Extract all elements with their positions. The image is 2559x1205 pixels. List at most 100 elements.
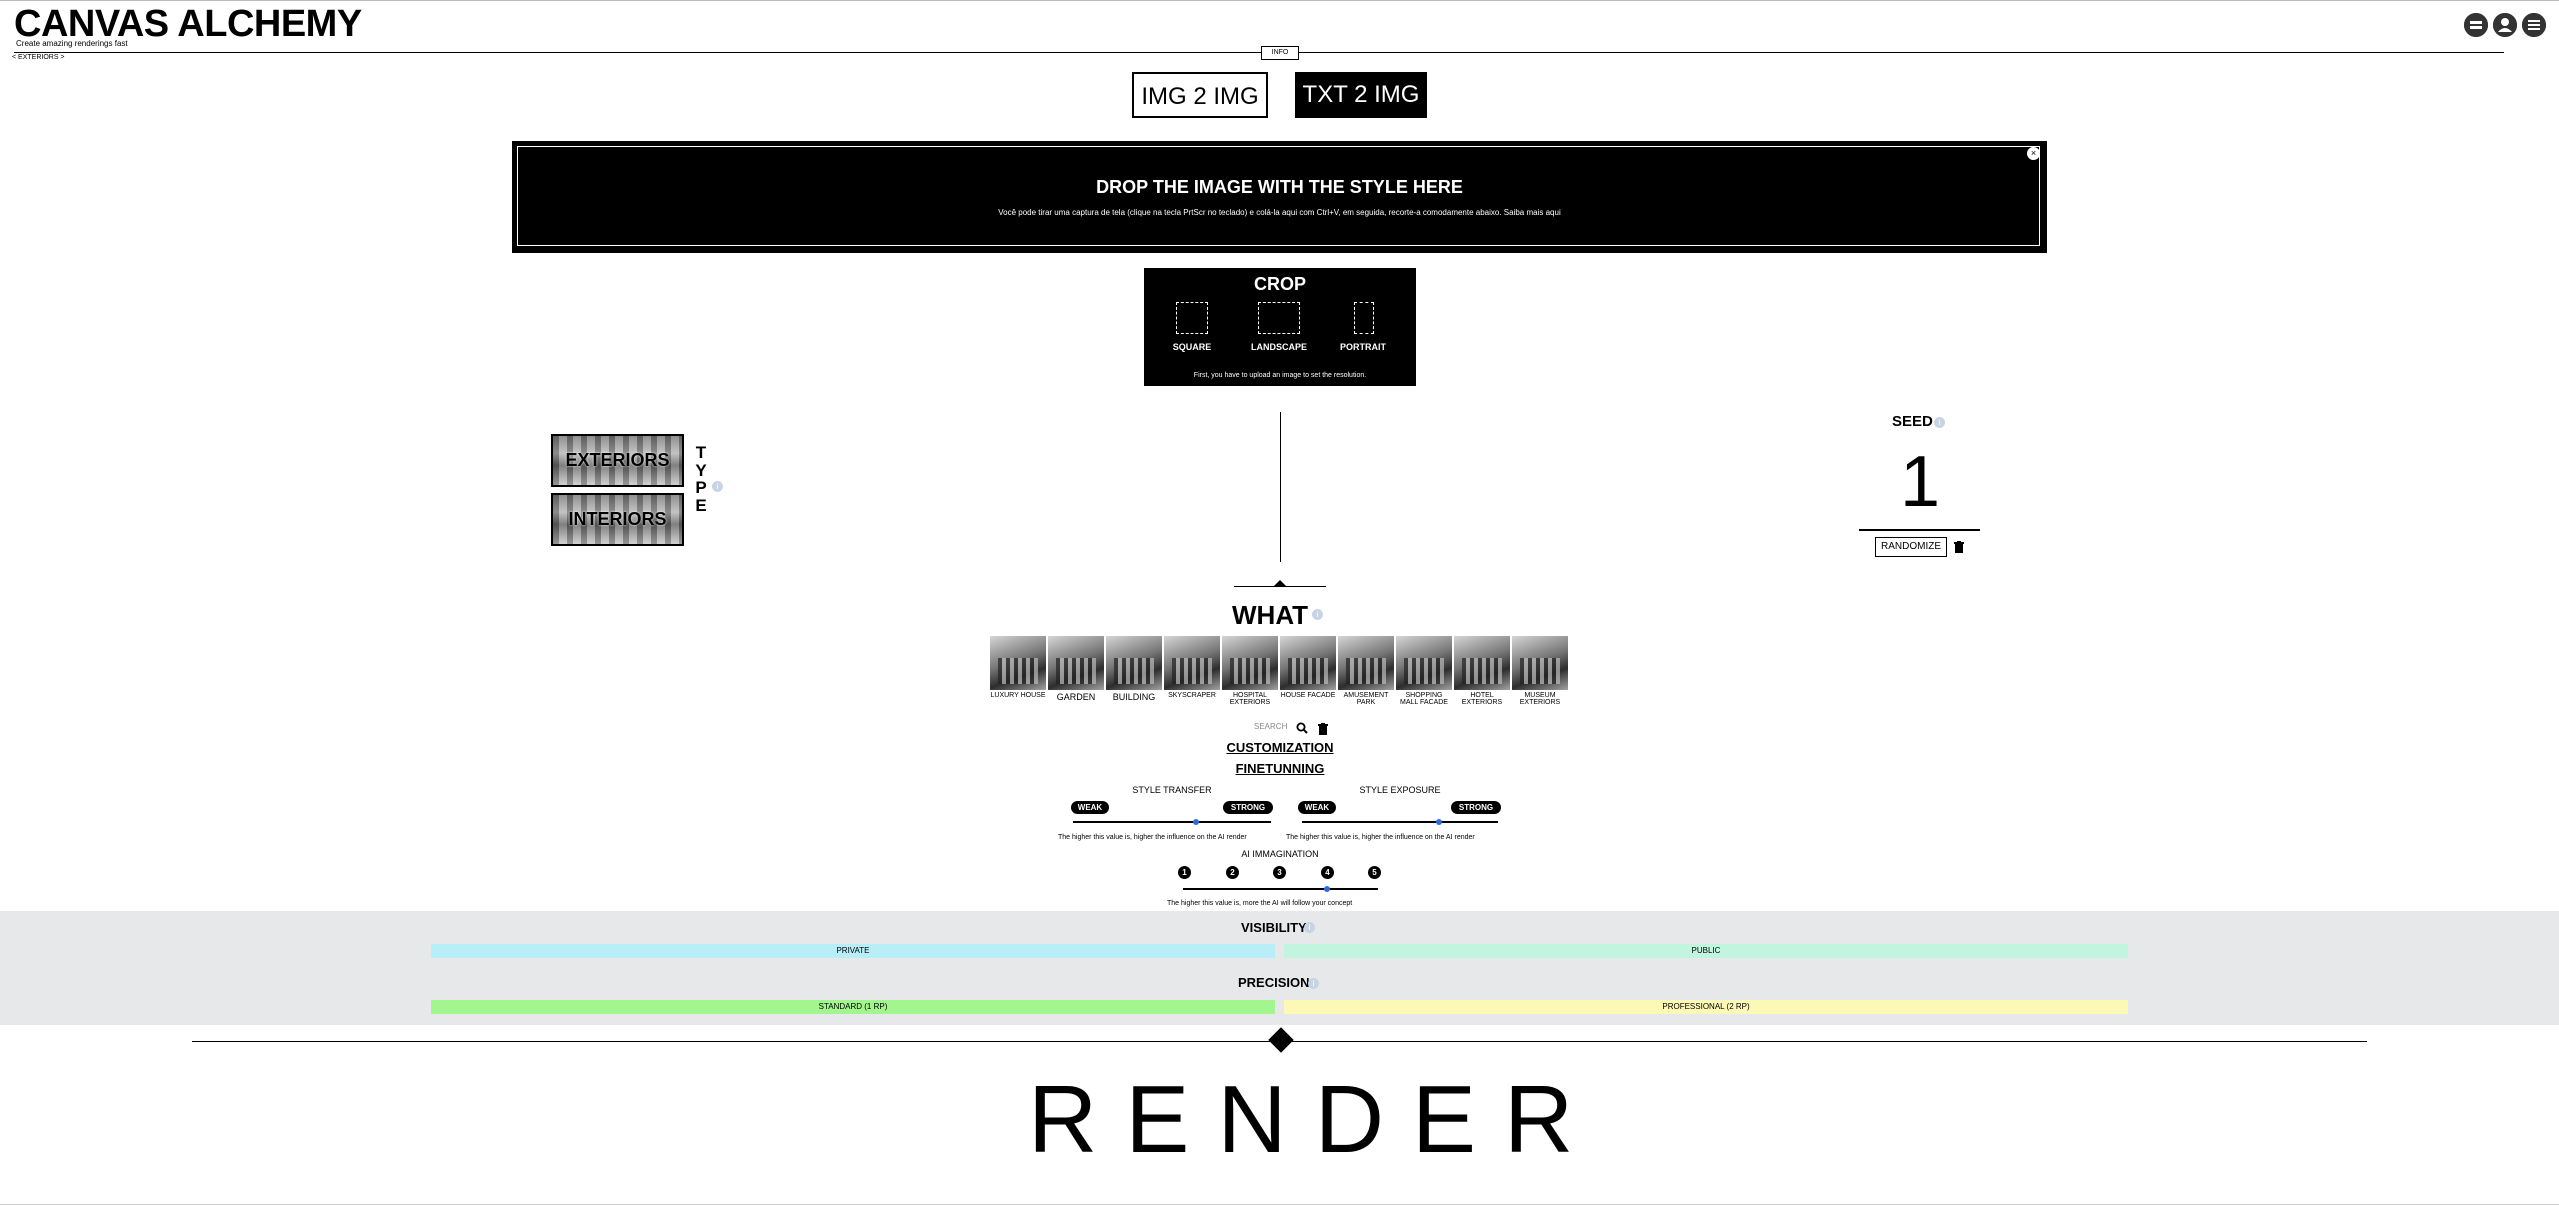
what-item-building[interactable]: BUILDING xyxy=(1106,636,1162,702)
what-item-skyscraper[interactable]: SKYSCRAPER xyxy=(1164,636,1220,699)
seed-underline xyxy=(1859,529,1980,531)
precision-professional-option[interactable]: PROFESSIONAL (2 RP) xyxy=(1284,1000,2128,1014)
info-icon[interactable]: i xyxy=(1304,922,1315,933)
what-item-label: SHOPPING MALL FACADE xyxy=(1400,692,1448,706)
what-item-thumbnail xyxy=(1396,636,1452,690)
chevron-up-icon xyxy=(1273,580,1287,587)
what-item-label: HOSPITAL EXTERIORS xyxy=(1229,692,1271,706)
style-transfer-title: STYLE TRANSFER xyxy=(1132,785,1212,795)
seed-value[interactable]: 1 xyxy=(1858,440,1982,524)
type-letter: P xyxy=(695,478,707,497)
ai-imagination-level-3[interactable]: 3 xyxy=(1273,866,1286,879)
type-letter: T xyxy=(695,443,707,462)
top-border xyxy=(0,0,2559,1)
render-button[interactable]: RENDER xyxy=(1028,1050,1601,1190)
search-input[interactable]: SEARCH xyxy=(1254,722,1287,731)
crop-landscape-shape[interactable] xyxy=(1258,302,1300,334)
crop-note: First, you have to upload an image to se… xyxy=(1193,372,1367,379)
type-option-label: EXTERIORS xyxy=(565,450,670,470)
finetuning-link[interactable]: FINETUNNING xyxy=(1180,761,1380,776)
layers-icon[interactable] xyxy=(2464,13,2488,37)
what-item-label: MUSEUM EXTERIORS xyxy=(1519,692,1561,706)
visibility-public-option[interactable]: PUBLIC xyxy=(1284,944,2128,958)
visibility-private-option[interactable]: PRIVATE xyxy=(431,944,1275,958)
what-item-amusement-park[interactable]: AMUSEMENT PARK xyxy=(1338,636,1394,706)
what-item-garden[interactable]: GARDEN xyxy=(1048,636,1104,702)
type-letter: Y xyxy=(695,460,707,480)
what-item-label: HOUSE FACADE xyxy=(1280,692,1336,699)
header-divider xyxy=(14,52,2504,53)
crop-square-label[interactable]: SQUARE xyxy=(1157,342,1227,352)
breadcrumb[interactable]: < EXTERIORS > xyxy=(12,53,65,63)
what-item-thumbnail xyxy=(1106,636,1162,690)
ai-imagination-level-5[interactable]: 5 xyxy=(1368,866,1381,879)
what-item-shopping-mall-facade[interactable]: SHOPPING MALL FACADE xyxy=(1396,636,1452,706)
style-exposure-slider[interactable] xyxy=(1302,821,1498,823)
what-item-thumbnail xyxy=(1048,636,1104,690)
type-option-exteriors[interactable]: EXTERIORS xyxy=(551,434,684,487)
style-transfer-note: The higher this value is, higher the inf… xyxy=(1058,834,1247,841)
ai-imagination-slider[interactable] xyxy=(1183,888,1378,890)
style-exposure-weak-label: WEAK xyxy=(1298,801,1336,814)
what-item-thumbnail xyxy=(1338,636,1394,690)
menu-icon[interactable] xyxy=(2522,13,2546,37)
style-transfer-strong-label: STRONG xyxy=(1223,801,1273,814)
what-item-thumbnail xyxy=(1454,636,1510,690)
type-vertical-label: T Y P E xyxy=(694,444,708,514)
trash-icon[interactable] xyxy=(1318,722,1328,735)
info-icon[interactable]: i xyxy=(1312,609,1323,620)
what-item-house-facade[interactable]: HOUSE FACADE xyxy=(1280,636,1336,699)
what-item-thumbnail xyxy=(990,636,1046,690)
what-item-thumbnail xyxy=(1512,636,1568,690)
info-button[interactable]: INFO xyxy=(1261,46,1299,60)
ai-imagination-level-2[interactable]: 2 xyxy=(1226,866,1239,879)
search-icon[interactable] xyxy=(1296,721,1308,734)
user-icon[interactable] xyxy=(2493,13,2517,37)
customization-link[interactable]: CUSTOMIZATION xyxy=(1180,740,1380,755)
drop-zone-instructions: Você pode tirar uma captura de tela (cli… xyxy=(998,208,1561,217)
seed-label: SEED xyxy=(1892,413,1933,430)
visibility-title: VISIBILITY xyxy=(1241,920,1307,935)
what-item-label: SKYSCRAPER xyxy=(1168,692,1216,699)
ai-imagination-level-4[interactable]: 4 xyxy=(1321,866,1334,879)
what-item-thumbnail xyxy=(1280,636,1336,690)
img2img-tab[interactable]: IMG 2 IMG xyxy=(1132,72,1268,118)
crop-landscape-label[interactable]: LANDSCAPE xyxy=(1244,342,1314,352)
style-transfer-slider-handle[interactable] xyxy=(1192,819,1199,825)
style-exposure-slider-handle[interactable] xyxy=(1436,819,1443,825)
style-transfer-slider[interactable] xyxy=(1073,821,1271,823)
ai-imagination-note: The higher this value is, more the AI wi… xyxy=(1167,900,1353,907)
type-option-label: INTERIORS xyxy=(568,509,667,529)
style-transfer-weak-label: WEAK xyxy=(1071,801,1109,814)
ai-imagination-level-1[interactable]: 1 xyxy=(1178,866,1191,879)
what-item-museum-exteriors[interactable]: MUSEUM EXTERIORS xyxy=(1512,636,1568,706)
what-item-hospital-exteriors[interactable]: HOSPITAL EXTERIORS xyxy=(1222,636,1278,706)
style-exposure-strong-label: STRONG xyxy=(1451,801,1501,814)
what-item-label: AMUSEMENT PARK xyxy=(1343,692,1389,706)
what-item-label: HOTEL EXTERIORS xyxy=(1461,692,1503,706)
crop-square-shape[interactable] xyxy=(1176,302,1208,334)
close-icon[interactable]: × xyxy=(2027,147,2040,160)
what-item-thumbnail xyxy=(1164,636,1220,690)
precision-title: PRECISION xyxy=(1238,975,1310,990)
info-icon[interactable]: i xyxy=(1308,978,1319,989)
what-item-luxury-house[interactable]: LUXURY HOUSE xyxy=(990,636,1046,699)
style-exposure-note: The higher this value is, higher the inf… xyxy=(1286,834,1475,841)
what-item-label: GARDEN xyxy=(1056,692,1096,702)
type-option-interiors[interactable]: INTERIORS xyxy=(551,493,684,546)
randomize-button[interactable]: RANDOMIZE xyxy=(1875,537,1947,557)
diamond-icon xyxy=(1268,1027,1294,1053)
precision-standard-option[interactable]: STANDARD (1 RP) xyxy=(431,1000,1275,1014)
what-item-thumbnail xyxy=(1222,636,1278,690)
what-item-hotel-exteriors[interactable]: HOTEL EXTERIORS xyxy=(1454,636,1510,706)
crop-portrait-label[interactable]: PORTRAIT xyxy=(1328,342,1398,352)
ai-imagination-title: AI IMMAGINATION xyxy=(1241,849,1319,859)
info-icon[interactable]: i xyxy=(712,481,723,492)
ai-imagination-slider-handle[interactable] xyxy=(1324,886,1330,892)
trash-icon[interactable] xyxy=(1954,540,1964,553)
type-letter: E xyxy=(695,495,707,515)
crop-title: CROP xyxy=(1253,274,1306,294)
crop-portrait-shape[interactable] xyxy=(1354,302,1374,334)
info-icon[interactable]: i xyxy=(1934,417,1945,428)
txt2img-tab[interactable]: TXT 2 IMG xyxy=(1295,72,1427,118)
